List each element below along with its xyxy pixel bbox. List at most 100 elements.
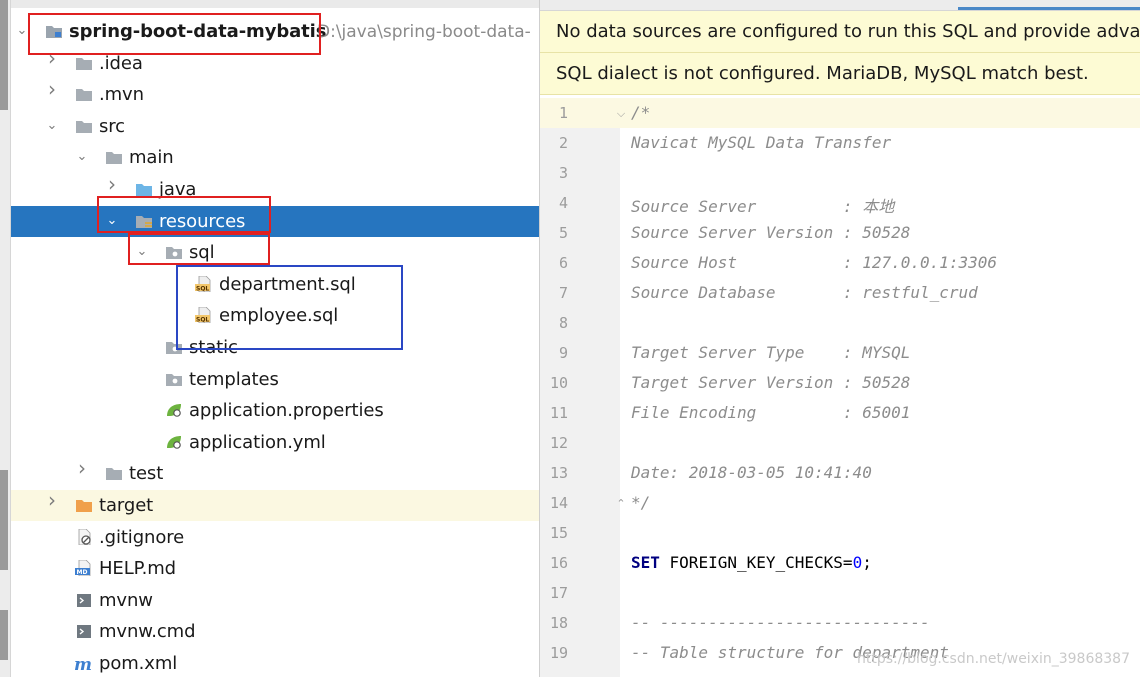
code-line[interactable]: 16 SET FOREIGN_KEY_CHECKS=0; bbox=[540, 548, 1140, 578]
tree-item-label: .gitignore bbox=[99, 526, 185, 548]
spring-config-icon bbox=[165, 402, 183, 418]
tree-item-label: mvnw bbox=[99, 589, 153, 611]
code-text: Date: 2018-03-05 10:41:40 bbox=[631, 463, 872, 482]
code-line[interactable]: 3 bbox=[540, 158, 1140, 188]
tree-item-label: src bbox=[99, 115, 125, 137]
tree-row-mvnw[interactable]: mvnw bbox=[11, 585, 539, 616]
svg-text:m: m bbox=[75, 655, 92, 671]
tree-row-mvnw-cmd[interactable]: mvnw.cmd bbox=[11, 616, 539, 647]
line-number: 1 bbox=[558, 104, 568, 122]
tree-row-static[interactable]: static bbox=[11, 332, 539, 363]
maven-pom-icon: m bbox=[74, 655, 93, 675]
source-folder-icon bbox=[135, 181, 153, 197]
line-number: 17 bbox=[549, 584, 568, 602]
chevron-down-icon[interactable]: ⌄ bbox=[106, 213, 118, 228]
code-line[interactable]: 6 Source Host : 127.0.0.1:3306 bbox=[540, 248, 1140, 278]
notice-sql-dialect[interactable]: SQL dialect is not configured. MariaDB, … bbox=[540, 53, 1140, 95]
gitignore-file-icon bbox=[75, 528, 93, 545]
code-text: Navicat MySQL Data Transfer bbox=[631, 133, 892, 152]
folder-icon bbox=[75, 55, 93, 71]
tree-row-templates[interactable]: templates bbox=[11, 364, 539, 395]
code-line[interactable]: 9 Target Server Type : MYSQL bbox=[540, 338, 1140, 368]
tree-row-gitignore[interactable]: .gitignore bbox=[11, 522, 539, 553]
chevron-right-icon[interactable]: › bbox=[46, 490, 58, 510]
code-line[interactable]: 12 bbox=[540, 428, 1140, 458]
code-text: Target Server Type : MYSQL bbox=[631, 343, 911, 362]
svg-text:SQL: SQL bbox=[196, 317, 209, 324]
code-line[interactable]: 5 Source Server Version : 50528 bbox=[540, 218, 1140, 248]
project-tool-window: ⌄ spring-boot-data-mybatis D:\java\spring-… bbox=[11, 0, 539, 677]
sql-editor: No data sources are configured to run th… bbox=[540, 0, 1140, 677]
tree-row-spring-boot-data-mybatis[interactable]: ⌄ spring-boot-data-mybatis D:\java\spring-… bbox=[11, 16, 539, 47]
chevron-right-icon[interactable]: › bbox=[46, 48, 58, 68]
code-line[interactable]: 18 -- ---------------------------- bbox=[540, 608, 1140, 638]
code-line[interactable]: 7 Source Database : restful_crud bbox=[540, 278, 1140, 308]
active-tab-indicator[interactable] bbox=[958, 7, 1140, 10]
svg-text:SQL: SQL bbox=[196, 285, 209, 292]
chevron-right-icon[interactable]: › bbox=[106, 174, 118, 194]
tree-row-help-md[interactable]: MD HELP.md bbox=[11, 553, 539, 584]
line-number: 6 bbox=[558, 254, 568, 272]
tree-row-application-properties[interactable]: application.properties bbox=[11, 395, 539, 426]
line-number: 19 bbox=[549, 644, 568, 662]
tree-row-resources[interactable]: ⌄ resources bbox=[11, 205, 539, 237]
tree-item-label: resources bbox=[159, 210, 246, 232]
code-line[interactable]: 2 Navicat MySQL Data Transfer bbox=[540, 128, 1140, 158]
code-line[interactable]: 4 Source Server : 本地 bbox=[540, 188, 1140, 218]
notice-no-data-source-text: No data sources are configured to run th… bbox=[556, 21, 1140, 42]
chevron-right-icon[interactable]: › bbox=[46, 79, 58, 99]
tree-row-java[interactable]: › java bbox=[11, 174, 539, 205]
folder-icon bbox=[105, 465, 123, 481]
tree-row-target[interactable]: › target bbox=[11, 490, 539, 521]
tree-row-test[interactable]: › test bbox=[11, 458, 539, 489]
tree-row-pom-xml[interactable]: m pom.xml bbox=[11, 648, 539, 677]
chevron-down-icon[interactable]: ⌄ bbox=[16, 24, 28, 38]
sql-terminator: ; bbox=[862, 553, 872, 572]
line-number: 9 bbox=[558, 344, 568, 362]
tree-row-main[interactable]: ⌄ main bbox=[11, 142, 539, 173]
tree-item-label: application.yml bbox=[189, 431, 326, 453]
code-text: */ bbox=[631, 493, 651, 512]
code-text: Source Host : 127.0.0.1:3306 bbox=[631, 253, 998, 272]
code-line[interactable]: 13 Date: 2018-03-05 10:41:40 bbox=[540, 458, 1140, 488]
code-line[interactable]: 14 */ bbox=[540, 488, 1140, 518]
sql-identifier: FOREIGN_KEY_CHECKS= bbox=[659, 553, 853, 572]
code-line[interactable]: 15 bbox=[540, 518, 1140, 548]
tree-row-employee-sql[interactable]: SQL employee.sql bbox=[11, 300, 539, 331]
code-text: File Encoding : 65001 bbox=[631, 403, 911, 422]
favorites-tool-tab[interactable] bbox=[0, 470, 8, 570]
fold-marker-icon[interactable]: ⌃ bbox=[616, 498, 626, 510]
web-tool-tab[interactable] bbox=[0, 610, 8, 660]
fold-marker-icon[interactable]: ⌵ bbox=[616, 108, 626, 120]
markdown-file-icon: MD bbox=[75, 559, 93, 577]
chevron-down-icon[interactable]: ⌄ bbox=[136, 245, 148, 259]
tree-row-src[interactable]: ⌄ src bbox=[11, 111, 539, 142]
code-line[interactable]: 10 Target Server Version : 50528 bbox=[540, 368, 1140, 398]
line-number: 5 bbox=[558, 224, 568, 242]
module-path: D:\java\spring-boot-data- bbox=[317, 22, 531, 42]
code-line[interactable]: 1 /* bbox=[540, 98, 1140, 128]
project-tool-tab[interactable] bbox=[0, 0, 8, 110]
code-line[interactable]: 11 File Encoding : 65001 bbox=[540, 398, 1140, 428]
tree-item-label: .idea bbox=[99, 52, 143, 74]
code-line[interactable]: 17 bbox=[540, 578, 1140, 608]
tree-row-sql[interactable]: ⌄ sql bbox=[11, 237, 539, 268]
tree-item-label: sql bbox=[189, 242, 215, 264]
tree-row-idea[interactable]: › .idea bbox=[11, 48, 539, 79]
chevron-right-icon[interactable]: › bbox=[76, 458, 88, 478]
tree-row-department-sql[interactable]: SQL department.sql bbox=[11, 269, 539, 300]
tree-row-application-yml[interactable]: application.yml bbox=[11, 427, 539, 458]
code-line[interactable]: 8 bbox=[540, 308, 1140, 338]
chevron-down-icon[interactable]: ⌄ bbox=[76, 150, 88, 164]
tool-window-strip bbox=[0, 0, 11, 677]
code-text: Source Server : 本地 bbox=[631, 197, 895, 216]
package-folder-icon bbox=[165, 244, 183, 260]
tree-item-label: java bbox=[159, 179, 197, 200]
script-file-icon bbox=[75, 592, 93, 608]
tree-item-label: spring-boot-data-mybatis bbox=[69, 21, 327, 42]
chevron-down-icon[interactable]: ⌄ bbox=[46, 118, 58, 133]
tree-row-mvn[interactable]: › .mvn bbox=[11, 79, 539, 110]
tree-item-label: employee.sql bbox=[219, 305, 339, 327]
tree-item-label: application.properties bbox=[189, 400, 384, 422]
tree-item-label: HELP.md bbox=[99, 558, 176, 580]
